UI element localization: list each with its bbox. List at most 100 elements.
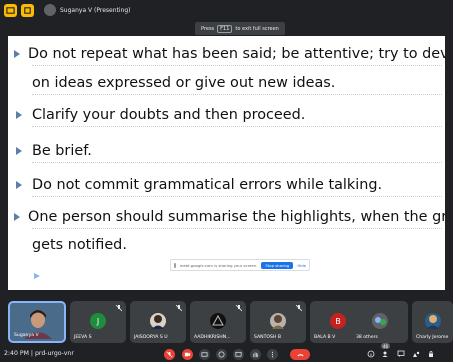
mic-toggle-button[interactable] bbox=[164, 349, 175, 360]
meeting-code: prd-urgo-vnr bbox=[34, 350, 74, 357]
participant-name: JAISOORYA S U bbox=[134, 335, 168, 340]
divider bbox=[32, 126, 442, 127]
emoji-icon bbox=[218, 351, 225, 358]
others-avatar-icon bbox=[372, 313, 388, 329]
mic-off-icon bbox=[296, 305, 302, 311]
people-button[interactable] bbox=[381, 349, 391, 359]
meeting-info: 2:40 PM | prd-urgo-vnr bbox=[4, 350, 74, 357]
bullet-2-text: Clarify your doubts and then proceed. bbox=[32, 107, 306, 123]
others-count: 38 others bbox=[356, 335, 378, 340]
chat-button[interactable] bbox=[396, 349, 406, 359]
hint-suffix: to exit full screen bbox=[235, 25, 279, 32]
participant-photo bbox=[270, 313, 286, 329]
top-bar: Suganya V (Presenting) bbox=[0, 0, 453, 20]
captions-icon bbox=[201, 352, 208, 357]
bullet-2: Clarify your doubts and then proceed. bbox=[8, 106, 445, 124]
participant-name: JEEVA S bbox=[74, 335, 92, 340]
bullet-4-text: Do not commit grammatical errors while t… bbox=[32, 177, 383, 193]
present-screen-icon bbox=[235, 351, 242, 357]
layout-icon bbox=[24, 6, 31, 14]
hide-share-notice-button[interactable]: Hide bbox=[297, 263, 306, 268]
mic-off-icon bbox=[236, 305, 242, 311]
mic-off-icon bbox=[116, 305, 122, 311]
bullet-1-line-2: on ideas expressed or give out new ideas… bbox=[32, 75, 336, 91]
captions-button[interactable] bbox=[199, 349, 210, 360]
chat-icon bbox=[397, 350, 405, 357]
presenter-avatar bbox=[44, 4, 56, 16]
participant-photo bbox=[150, 313, 166, 329]
bullet-arrow-icon bbox=[14, 176, 24, 194]
participant-tile[interactable]: AADHIKRISHN... bbox=[190, 301, 246, 343]
more-options-button[interactable] bbox=[267, 349, 278, 360]
divider bbox=[32, 65, 442, 66]
avatar-initial: B bbox=[335, 316, 341, 326]
lock-person-icon bbox=[429, 350, 433, 357]
bullet-1-line-1: Do not repeat what has been said; be att… bbox=[28, 46, 445, 62]
hint-key: F11 bbox=[217, 24, 233, 33]
divider bbox=[32, 196, 442, 197]
participant-tile-self[interactable]: Suganya V bbox=[8, 301, 66, 343]
participant-name: SANTOSH B bbox=[254, 335, 281, 340]
present-icon bbox=[6, 6, 15, 14]
participant-name: AADHIKRISHN... bbox=[194, 335, 231, 340]
participant-tile[interactable]: JAISOORYA S U bbox=[130, 301, 186, 343]
divider bbox=[32, 94, 442, 95]
present-menu-button[interactable] bbox=[4, 3, 17, 17]
bullet-3: Be brief. bbox=[8, 142, 445, 160]
bullet-3-text: Be brief. bbox=[32, 143, 92, 159]
raise-hand-button[interactable] bbox=[250, 349, 261, 360]
participant-tile[interactable]: J JEEVA S bbox=[70, 301, 126, 343]
divider bbox=[32, 162, 442, 163]
participant-photo bbox=[424, 313, 441, 329]
divider bbox=[32, 228, 442, 229]
people-count-badge: 46 bbox=[381, 343, 391, 349]
shared-slide: Do not repeat what has been said; be att… bbox=[8, 36, 445, 290]
activities-button[interactable] bbox=[411, 349, 421, 359]
people-icon bbox=[382, 351, 388, 357]
shapes-icon bbox=[413, 351, 420, 357]
presenter-label: Suganya V (Presenting) bbox=[60, 6, 131, 14]
bullet-4: Do not commit grammatical errors while t… bbox=[8, 176, 445, 194]
bullet-5: One person should summarise the highligh… bbox=[8, 208, 445, 226]
present-now-button[interactable] bbox=[233, 349, 244, 360]
info-separator: | bbox=[30, 350, 33, 357]
reactions-button[interactable] bbox=[216, 349, 227, 360]
share-screen-icon bbox=[174, 262, 176, 268]
avatar-initial: J bbox=[96, 316, 100, 326]
mic-off-icon bbox=[166, 351, 173, 358]
host-controls-button[interactable] bbox=[426, 349, 436, 359]
participant-strip: Suganya V J JEEVA S JAISOORYA S U AADHIK… bbox=[0, 298, 453, 346]
others-tile[interactable]: 38 others bbox=[352, 301, 408, 343]
more-vertical-icon bbox=[271, 351, 274, 358]
bullet-arrow-icon bbox=[14, 45, 20, 63]
bullet-5-line-2: gets notified. bbox=[32, 237, 127, 253]
participant-tile[interactable]: SANTOSH B bbox=[250, 301, 306, 343]
participant-tile[interactable]: Charly Jerome bbox=[412, 301, 453, 343]
bullet-5-line-1: One person should summarise the highligh… bbox=[28, 209, 445, 225]
end-call-icon bbox=[296, 354, 304, 357]
share-message: meet.google.com is sharing your screen. bbox=[179, 262, 258, 268]
bullet-arrow-icon bbox=[14, 106, 24, 124]
info-icon bbox=[367, 350, 375, 358]
presenter-chip: Suganya V (Presenting) bbox=[38, 3, 135, 17]
hand-icon bbox=[253, 352, 259, 358]
stop-sharing-button[interactable]: Stop sharing bbox=[261, 261, 294, 269]
camera-toggle-button[interactable] bbox=[182, 349, 193, 360]
participant-name: BALA B V bbox=[314, 335, 336, 340]
mic-off-icon bbox=[176, 305, 182, 311]
clock-time: 2:40 PM bbox=[4, 350, 29, 357]
participant-name: Charly Jerome bbox=[416, 335, 449, 340]
screen-share-notice: meet.google.com is sharing your screen. … bbox=[170, 259, 310, 271]
participant-avatar: B bbox=[330, 313, 346, 329]
camera-off-icon bbox=[184, 352, 191, 357]
bullet-arrow-icon bbox=[14, 208, 20, 226]
meeting-details-button[interactable] bbox=[366, 349, 376, 359]
participant-name: Suganya V bbox=[14, 333, 39, 338]
slide-play-icon[interactable] bbox=[34, 273, 40, 279]
leave-call-button[interactable] bbox=[290, 349, 310, 360]
bullet-arrow-icon bbox=[14, 142, 24, 160]
bullet-1: Do not repeat what has been said; be att… bbox=[8, 45, 445, 63]
participant-photo bbox=[210, 313, 226, 329]
layout-button[interactable] bbox=[21, 3, 34, 17]
hint-prefix: Press bbox=[201, 25, 215, 32]
